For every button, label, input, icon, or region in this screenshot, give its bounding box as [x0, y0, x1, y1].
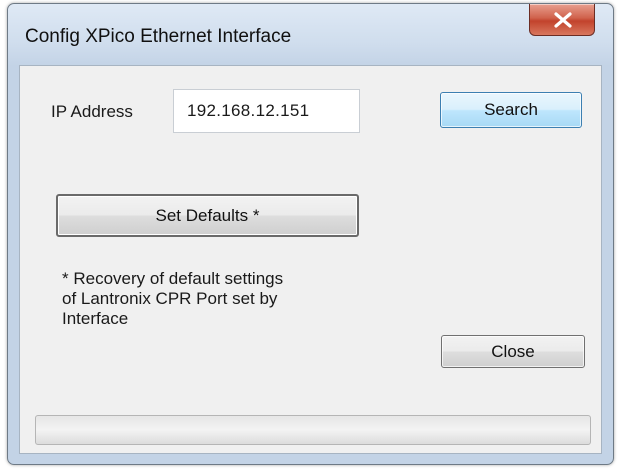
note-line: Interface [62, 309, 129, 328]
dialog-window: Config XPico Ethernet Interface IP Addre… [7, 3, 614, 465]
ip-address-input[interactable] [173, 89, 360, 133]
close-button[interactable]: Close [441, 335, 585, 368]
dialog-client-area: IP Address Search Set Defaults * * Recov… [19, 65, 602, 454]
progress-bar [35, 415, 591, 445]
search-button[interactable]: Search [440, 92, 582, 128]
window-title: Config XPico Ethernet Interface [25, 26, 292, 47]
window-close-button[interactable] [529, 4, 595, 36]
note-line: of Lantronix CPR Port set by [62, 289, 278, 308]
close-x-icon [554, 12, 572, 28]
ip-address-label: IP Address [51, 102, 133, 121]
set-defaults-button[interactable]: Set Defaults * [56, 194, 359, 237]
note-line: * Recovery of default settings [62, 269, 284, 288]
defaults-note: * Recovery of default settings of Lantro… [62, 269, 342, 329]
